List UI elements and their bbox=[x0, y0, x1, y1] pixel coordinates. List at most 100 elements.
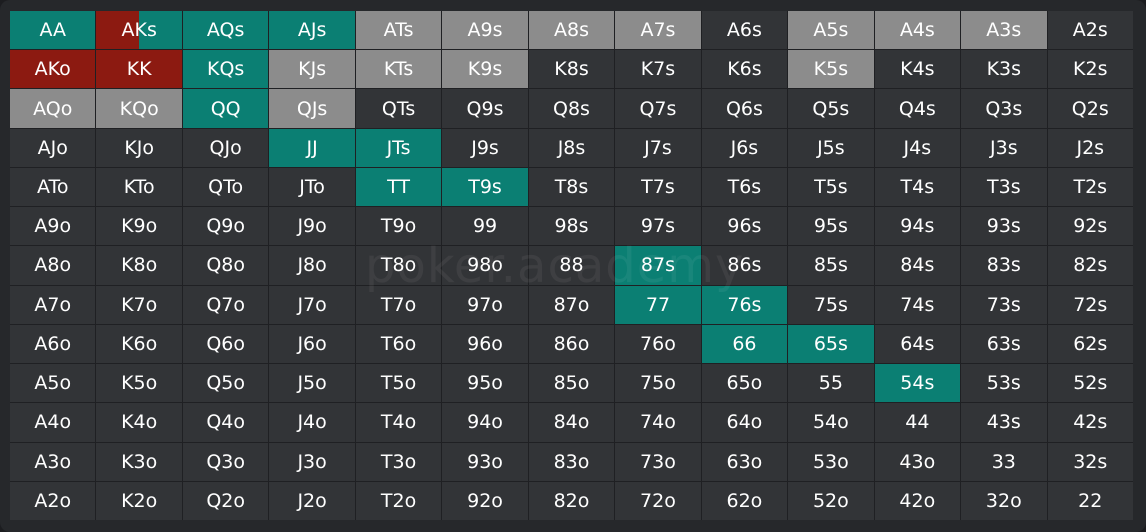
hand-cell-jto[interactable]: JTo bbox=[269, 167, 355, 207]
hand-cell-43o[interactable]: 43o bbox=[874, 442, 961, 481]
hand-cell-k6s[interactable]: K6s bbox=[701, 50, 788, 89]
hand-cell-63o[interactable]: 63o bbox=[701, 442, 788, 481]
hand-cell-52o[interactable]: 52o bbox=[788, 481, 874, 520]
hand-cell-t7s[interactable]: T7s bbox=[615, 167, 701, 207]
hand-cell-65o[interactable]: 65o bbox=[701, 364, 788, 403]
hand-cell-j2s[interactable]: J2s bbox=[1047, 128, 1133, 167]
hand-cell-k7s[interactable]: K7s bbox=[615, 50, 701, 89]
hand-cell-q6o[interactable]: Q6o bbox=[182, 324, 269, 364]
hand-cell-73o[interactable]: 73o bbox=[615, 442, 701, 481]
hand-cell-t3s[interactable]: T3s bbox=[961, 167, 1047, 207]
hand-cell-a7s[interactable]: A7s bbox=[615, 11, 701, 50]
hand-cell-32s[interactable]: 32s bbox=[1047, 442, 1133, 481]
hand-cell-t4o[interactable]: T4o bbox=[355, 403, 442, 442]
hand-cell-aqo[interactable]: AQo bbox=[10, 89, 96, 128]
hand-cell-a6o[interactable]: A6o bbox=[10, 324, 96, 364]
hand-cell-qq[interactable]: QQ bbox=[182, 89, 269, 128]
hand-cell-85s[interactable]: 85s bbox=[788, 246, 874, 285]
hand-cell-93s[interactable]: 93s bbox=[961, 207, 1047, 246]
hand-cell-j8o[interactable]: J8o bbox=[269, 246, 355, 285]
hand-cell-j3s[interactable]: J3s bbox=[961, 128, 1047, 167]
hand-cell-a4s[interactable]: A4s bbox=[874, 11, 961, 50]
hand-cell-77[interactable]: 77 bbox=[615, 285, 701, 324]
hand-cell-94s[interactable]: 94s bbox=[874, 207, 961, 246]
hand-cell-j4o[interactable]: J4o bbox=[269, 403, 355, 442]
hand-cell-87o[interactable]: 87o bbox=[528, 285, 615, 324]
hand-cell-86o[interactable]: 86o bbox=[528, 324, 615, 364]
hand-cell-75s[interactable]: 75s bbox=[788, 285, 874, 324]
hand-cell-t6o[interactable]: T6o bbox=[355, 324, 442, 364]
hand-cell-kjo[interactable]: KJo bbox=[96, 128, 182, 167]
hand-cell-q9o[interactable]: Q9o bbox=[182, 207, 269, 246]
hand-cell-42s[interactable]: 42s bbox=[1047, 403, 1133, 442]
hand-cell-42o[interactable]: 42o bbox=[874, 481, 961, 520]
hand-cell-qts[interactable]: QTs bbox=[355, 89, 442, 128]
hand-cell-a2s[interactable]: A2s bbox=[1047, 11, 1133, 50]
hand-cell-q8s[interactable]: Q8s bbox=[528, 89, 615, 128]
hand-cell-74o[interactable]: 74o bbox=[615, 403, 701, 442]
hand-cell-t9s[interactable]: T9s bbox=[442, 167, 528, 207]
hand-cell-q5s[interactable]: Q5s bbox=[788, 89, 874, 128]
hand-cell-ajs[interactable]: AJs bbox=[269, 11, 355, 50]
hand-cell-76s[interactable]: 76s bbox=[701, 285, 788, 324]
hand-cell-q8o[interactable]: Q8o bbox=[182, 246, 269, 285]
hand-cell-95s[interactable]: 95s bbox=[788, 207, 874, 246]
hand-cell-q6s[interactable]: Q6s bbox=[701, 89, 788, 128]
hand-cell-k6o[interactable]: K6o bbox=[96, 324, 182, 364]
hand-cell-k2s[interactable]: K2s bbox=[1047, 50, 1133, 89]
hand-cell-tt[interactable]: TT bbox=[355, 167, 442, 207]
hand-cell-aqs[interactable]: AQs bbox=[182, 11, 269, 50]
hand-cell-97s[interactable]: 97s bbox=[615, 207, 701, 246]
hand-cell-qjo[interactable]: QJo bbox=[182, 128, 269, 167]
hand-cell-54s[interactable]: 54s bbox=[874, 364, 961, 403]
hand-cell-k9o[interactable]: K9o bbox=[96, 207, 182, 246]
hand-cell-q4s[interactable]: Q4s bbox=[874, 89, 961, 128]
hand-cell-k8o[interactable]: K8o bbox=[96, 246, 182, 285]
hand-cell-99[interactable]: 99 bbox=[442, 207, 528, 246]
hand-cell-q7s[interactable]: Q7s bbox=[615, 89, 701, 128]
hand-cell-k7o[interactable]: K7o bbox=[96, 285, 182, 324]
hand-cell-98o[interactable]: 98o bbox=[442, 246, 528, 285]
hand-cell-92o[interactable]: 92o bbox=[442, 481, 528, 520]
hand-cell-qto[interactable]: QTo bbox=[182, 167, 269, 207]
hand-cell-82o[interactable]: 82o bbox=[528, 481, 615, 520]
hand-cell-q7o[interactable]: Q7o bbox=[182, 285, 269, 324]
hand-cell-t2s[interactable]: T2s bbox=[1047, 167, 1133, 207]
hand-cell-44[interactable]: 44 bbox=[874, 403, 961, 442]
hand-cell-64s[interactable]: 64s bbox=[874, 324, 961, 364]
hand-cell-63s[interactable]: 63s bbox=[961, 324, 1047, 364]
hand-cell-kqo[interactable]: KQo bbox=[96, 89, 182, 128]
hand-cell-93o[interactable]: 93o bbox=[442, 442, 528, 481]
hand-cell-t6s[interactable]: T6s bbox=[701, 167, 788, 207]
hand-cell-q3o[interactable]: Q3o bbox=[182, 442, 269, 481]
hand-cell-aks[interactable]: AKs bbox=[96, 11, 182, 50]
hand-cell-aa[interactable]: AA bbox=[10, 11, 96, 50]
hand-cell-52s[interactable]: 52s bbox=[1047, 364, 1133, 403]
hand-cell-a8o[interactable]: A8o bbox=[10, 246, 96, 285]
hand-cell-t8s[interactable]: T8s bbox=[528, 167, 615, 207]
hand-cell-55[interactable]: 55 bbox=[788, 364, 874, 403]
hand-cell-43s[interactable]: 43s bbox=[961, 403, 1047, 442]
hand-cell-96o[interactable]: 96o bbox=[442, 324, 528, 364]
hand-cell-ajo[interactable]: AJo bbox=[10, 128, 96, 167]
hand-cell-q2o[interactable]: Q2o bbox=[182, 481, 269, 520]
hand-cell-72o[interactable]: 72o bbox=[615, 481, 701, 520]
hand-cell-j6o[interactable]: J6o bbox=[269, 324, 355, 364]
hand-cell-j9s[interactable]: J9s bbox=[442, 128, 528, 167]
hand-cell-q3s[interactable]: Q3s bbox=[961, 89, 1047, 128]
hand-cell-t2o[interactable]: T2o bbox=[355, 481, 442, 520]
hand-cell-64o[interactable]: 64o bbox=[701, 403, 788, 442]
hand-cell-53s[interactable]: 53s bbox=[961, 364, 1047, 403]
hand-cell-87s[interactable]: 87s bbox=[615, 246, 701, 285]
hand-cell-88[interactable]: 88 bbox=[528, 246, 615, 285]
hand-cell-k4o[interactable]: K4o bbox=[96, 403, 182, 442]
hand-cell-q4o[interactable]: Q4o bbox=[182, 403, 269, 442]
hand-cell-83s[interactable]: 83s bbox=[961, 246, 1047, 285]
hand-cell-76o[interactable]: 76o bbox=[615, 324, 701, 364]
hand-cell-kto[interactable]: KTo bbox=[96, 167, 182, 207]
hand-cell-qjs[interactable]: QJs bbox=[269, 89, 355, 128]
hand-cell-j3o[interactable]: J3o bbox=[269, 442, 355, 481]
hand-cell-94o[interactable]: 94o bbox=[442, 403, 528, 442]
hand-cell-j5s[interactable]: J5s bbox=[788, 128, 874, 167]
hand-cell-54o[interactable]: 54o bbox=[788, 403, 874, 442]
